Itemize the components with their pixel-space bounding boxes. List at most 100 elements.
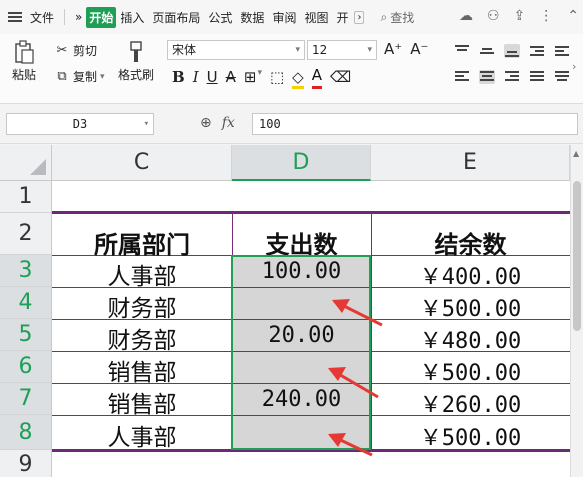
tab-dev[interactable]: 开 bbox=[332, 9, 352, 26]
search-box[interactable]: ⌕ 查找 bbox=[380, 9, 414, 26]
cell-dept[interactable]: 销售部 bbox=[52, 353, 232, 387]
row-header-7[interactable]: 7 bbox=[0, 383, 52, 415]
red-arrow-icon bbox=[332, 299, 383, 327]
formula-input[interactable]: 100 bbox=[252, 113, 578, 135]
cell-dept[interactable]: 人事部 bbox=[52, 257, 232, 291]
tab-review[interactable]: 审阅 bbox=[268, 9, 300, 26]
paste-button[interactable]: 粘贴 bbox=[12, 40, 36, 83]
align-left-icon[interactable] bbox=[454, 70, 470, 84]
selection-border bbox=[231, 255, 371, 450]
strikethrough-button[interactable]: A bbox=[226, 68, 236, 89]
ribbon-scroll-right-icon[interactable]: › bbox=[572, 60, 576, 73]
row-header-9[interactable]: 9 bbox=[0, 450, 52, 477]
font-size-value: 12 bbox=[312, 43, 328, 57]
red-arrow-icon bbox=[328, 367, 379, 399]
tab-home[interactable]: 开始 bbox=[86, 6, 117, 28]
underline-button[interactable]: U bbox=[207, 68, 218, 89]
tab-view[interactable]: 视图 bbox=[300, 9, 332, 26]
cell-dept[interactable]: 人事部 bbox=[52, 418, 232, 452]
font-color-button[interactable]: A bbox=[311, 68, 322, 89]
header-balance[interactable]: 结余数 bbox=[371, 225, 570, 260]
column-header-c[interactable]: C bbox=[52, 145, 232, 181]
menu-bar: 文件 » 开始 插入 页面布局 公式 数据 审阅 视图 开 › ⌕ 查找 ☁ ⚇… bbox=[0, 0, 583, 34]
clear-format-icon[interactable]: ⌫ bbox=[330, 68, 351, 89]
zoom-icon[interactable]: ⊕ bbox=[200, 115, 212, 131]
more-options-icon[interactable]: ⋮ bbox=[539, 8, 553, 24]
tab-formulas[interactable]: 公式 bbox=[204, 9, 236, 26]
share-user-icon[interactable]: ⚇ bbox=[487, 8, 500, 24]
indent-increase-icon[interactable] bbox=[554, 44, 570, 58]
distributed-icon[interactable] bbox=[554, 70, 570, 84]
cell-dept[interactable]: 财务部 bbox=[52, 289, 232, 323]
copy-dropdown-icon[interactable]: ▾ bbox=[100, 72, 105, 82]
vertical-scrollbar[interactable]: ▲ bbox=[570, 145, 583, 477]
sheet-grid[interactable]: C D E 1 2 3 4 5 6 7 8 9 所属部门 支出数 结余数 人事部… bbox=[0, 145, 583, 477]
insert-function-button[interactable]: fx bbox=[222, 115, 235, 131]
name-box-value: D3 bbox=[72, 117, 88, 131]
italic-button[interactable]: I bbox=[193, 68, 199, 89]
menu-hamburger-icon[interactable] bbox=[8, 10, 22, 24]
paste-label: 粘贴 bbox=[12, 68, 37, 82]
copy-button[interactable]: ⧉ 复制 ▾ bbox=[54, 68, 105, 85]
more-menu-icon[interactable]: » bbox=[71, 10, 86, 24]
cloud-sync-icon[interactable]: ☁ bbox=[459, 8, 473, 24]
cell-balance[interactable]: ￥260.00 bbox=[371, 387, 570, 419]
font-dropdown-icon: ▾ bbox=[295, 45, 300, 55]
align-top-icon[interactable] bbox=[454, 44, 470, 58]
tab-insert[interactable]: 插入 bbox=[116, 9, 148, 26]
column-header-d[interactable]: D bbox=[232, 145, 371, 181]
cell-balance[interactable]: ￥500.00 bbox=[371, 420, 570, 452]
font-size-select[interactable]: 12 ▾ bbox=[307, 40, 377, 60]
row-header-8[interactable]: 8 bbox=[0, 415, 52, 450]
align-center-icon[interactable] bbox=[479, 70, 495, 84]
share-icon[interactable]: ⇪ bbox=[514, 8, 526, 24]
header-department[interactable]: 所属部门 bbox=[52, 225, 232, 260]
cut-button[interactable]: ✂ 剪切 bbox=[54, 42, 97, 59]
bold-button[interactable]: B bbox=[172, 68, 185, 89]
cell-balance[interactable]: ￥500.00 bbox=[371, 291, 570, 323]
align-bottom-icon[interactable] bbox=[504, 44, 520, 58]
tab-data[interactable]: 数据 bbox=[236, 9, 268, 26]
cell-balance[interactable]: ￥500.00 bbox=[371, 355, 570, 387]
column-header-e[interactable]: E bbox=[371, 145, 570, 181]
collapse-ribbon-icon[interactable]: ⌃ bbox=[567, 8, 579, 24]
tab-page-layout[interactable]: 页面布局 bbox=[148, 9, 204, 26]
cell-balance[interactable]: ￥480.00 bbox=[371, 323, 570, 355]
name-box[interactable]: D3 ▾ bbox=[6, 113, 154, 135]
cell-dept[interactable]: 销售部 bbox=[52, 385, 232, 419]
red-arrow-icon bbox=[328, 433, 373, 457]
row-header-2[interactable]: 2 bbox=[0, 213, 52, 255]
font-name-value: 宋体 bbox=[172, 43, 197, 57]
spreadsheet-window: 文件 » 开始 插入 页面布局 公式 数据 审阅 视图 开 › ⌕ 查找 ☁ ⚇… bbox=[0, 0, 583, 477]
row-header-5[interactable]: 5 bbox=[0, 319, 52, 351]
align-middle-icon[interactable] bbox=[479, 44, 495, 58]
row-header-4[interactable]: 4 bbox=[0, 287, 52, 319]
cell-balance[interactable]: ￥400.00 bbox=[371, 259, 570, 291]
search-icon: ⌕ bbox=[380, 9, 388, 24]
fill-color-icon[interactable]: ◇ bbox=[292, 68, 304, 89]
decrease-font-icon[interactable]: A⁻ bbox=[410, 40, 428, 58]
vertical-align-group bbox=[454, 44, 570, 58]
font-size-buttons: A⁺ A⁻ bbox=[384, 40, 428, 58]
cell-dept[interactable]: 财务部 bbox=[52, 321, 232, 355]
row-header-6[interactable]: 6 bbox=[0, 351, 52, 383]
indent-decrease-icon[interactable] bbox=[529, 44, 545, 58]
name-box-dropdown-icon[interactable]: ▾ bbox=[144, 114, 149, 134]
increase-font-icon[interactable]: A⁺ bbox=[384, 40, 402, 58]
table-top-border bbox=[52, 211, 570, 214]
tabs-more-icon[interactable]: › bbox=[354, 10, 365, 24]
borders-dropdown-icon[interactable]: ▾ bbox=[257, 68, 262, 89]
file-menu[interactable]: 文件 bbox=[26, 9, 58, 26]
font-name-select[interactable]: 宋体 ▾ bbox=[167, 40, 305, 60]
select-all-corner[interactable] bbox=[0, 145, 52, 181]
align-right-icon[interactable] bbox=[504, 70, 520, 84]
scrollbar-thumb[interactable] bbox=[573, 181, 581, 331]
borders-icon[interactable]: ⊞ bbox=[244, 68, 257, 89]
row-header-3[interactable]: 3 bbox=[0, 255, 52, 287]
cell-shade-icon[interactable]: ⬚ bbox=[270, 68, 284, 89]
scroll-up-icon[interactable]: ▲ bbox=[573, 149, 579, 158]
justify-icon[interactable] bbox=[529, 70, 545, 84]
row-header-1[interactable]: 1 bbox=[0, 181, 52, 213]
format-painter-button[interactable]: 格式刷 bbox=[118, 40, 154, 83]
size-dropdown-icon: ▾ bbox=[367, 45, 372, 55]
